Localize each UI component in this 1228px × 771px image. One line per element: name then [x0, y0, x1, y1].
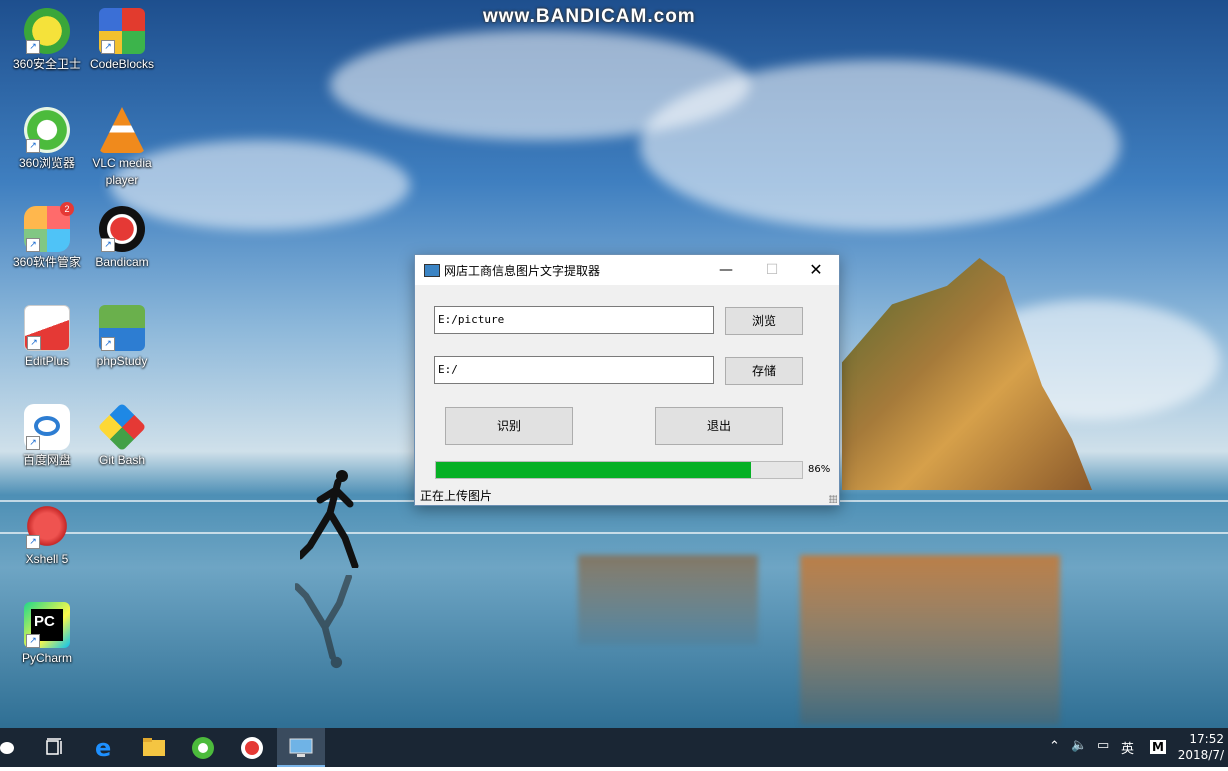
shortcut-arrow-icon: ↗ — [27, 336, 41, 350]
shield-plus-icon: ↗ — [24, 8, 70, 54]
show-hidden-icons-button[interactable]: ⌃ — [1049, 739, 1060, 754]
status-text: 正在上传图片 — [420, 489, 493, 503]
shortcut-arrow-icon: ↗ — [101, 337, 115, 351]
desktop-icon-label: 百度网盘 — [22, 453, 71, 467]
desktop-icon-label: phpStudy — [96, 354, 148, 368]
volume-icon[interactable]: 🔈 — [1071, 738, 1087, 753]
monitor-icon — [424, 264, 440, 277]
browser-e-icon — [192, 737, 214, 759]
browse-button[interactable]: 浏览 — [725, 307, 803, 335]
clock-time: 17:52 — [1189, 732, 1224, 746]
runner-silhouette — [300, 470, 359, 568]
notification-badge: 2 — [60, 202, 74, 216]
desktop-icon-baidu-netdisk[interactable]: ↗ 百度网盘 — [8, 404, 86, 469]
text-extractor-window: 网店工商信息图片文字提取器 — ☐ ✕ E:/picture 浏览 E:/ 存储… — [414, 254, 840, 506]
close-button[interactable]: ✕ — [793, 255, 839, 285]
ime-indicator[interactable]: 英 — [1121, 738, 1134, 757]
desktop-icon-label: Xshell 5 — [25, 552, 69, 566]
cloud — [640, 60, 1120, 230]
desktop-icon-label: 360浏览器 — [18, 156, 76, 170]
desktop-icon-label: 360软件管家 — [12, 255, 82, 269]
notepad-pen-icon: ↗ — [24, 305, 70, 351]
desktop-icon-git-bash[interactable]: Git Bash — [83, 402, 161, 469]
maximize-button: ☐ — [765, 262, 779, 278]
desktop-icon-360-software-manager[interactable]: ↗ 2 360软件管家 — [8, 202, 86, 271]
vlc-cone-icon — [99, 107, 145, 153]
cloud-shape — [34, 416, 60, 436]
ime-mode-indicator[interactable]: M — [1150, 740, 1166, 754]
git-diamond-icon — [97, 402, 147, 452]
record-icon — [241, 737, 263, 759]
rock-reflection — [800, 555, 1060, 725]
upload-progress-bar — [435, 461, 803, 479]
window-title: 网店工商信息图片文字提取器 — [444, 264, 601, 278]
shortcut-arrow-icon: ↗ — [26, 40, 40, 54]
desktop-icon-label: CodeBlocks — [89, 57, 155, 71]
taskbar-text-extractor[interactable] — [277, 728, 325, 767]
taskbar-bandicam[interactable] — [228, 728, 276, 767]
window-titlebar[interactable]: 网店工商信息图片文字提取器 — ☐ ✕ — [415, 255, 839, 285]
phpstudy-icon: ↗ — [99, 305, 145, 351]
taskbar-edge[interactable]: e — [82, 728, 130, 767]
recognize-button[interactable]: 识别 — [445, 407, 573, 445]
desktop-icon-codeblocks[interactable]: ↗ CodeBlocks — [83, 8, 161, 73]
shortcut-arrow-icon: ↗ — [26, 139, 40, 153]
desktop-icon-xshell[interactable]: ↗ Xshell 5 — [8, 503, 86, 568]
source-path-input[interactable]: E:/picture — [434, 306, 714, 334]
pycharm-icon: PC ↗ — [24, 602, 70, 648]
output-path-input[interactable]: E:/ — [434, 356, 714, 384]
desktop-icon-label: PyCharm — [21, 651, 72, 665]
progress-percent: 86% — [808, 464, 831, 475]
minimize-button[interactable]: — — [703, 255, 749, 285]
svg-text:e: e — [95, 734, 111, 762]
desktop-icon-pycharm[interactable]: PC ↗ PyCharm — [8, 602, 86, 667]
clock-date: 2018/7/ — [1177, 748, 1224, 762]
taskbar-360-browser[interactable] — [179, 728, 227, 767]
bandicam-watermark: www.BANDICAM.com — [483, 6, 696, 27]
shortcut-arrow-icon: ↗ — [26, 238, 40, 252]
browser-e-icon: ↗ — [24, 107, 70, 153]
codeblocks-icon: ↗ — [99, 8, 145, 54]
edge-icon: e — [95, 734, 111, 762]
wave-line — [0, 532, 1228, 534]
software-manager-icon: ↗ 2 — [24, 202, 74, 252]
shortcut-arrow-icon: ↗ — [26, 634, 40, 648]
progress-fill — [436, 462, 751, 478]
desktop-icon-label: 360安全卫士 — [12, 57, 82, 71]
desktop-icon-label: VLC media player — [92, 156, 152, 187]
shortcut-arrow-icon: ↗ — [101, 238, 115, 252]
record-icon: ↗ — [99, 206, 145, 252]
battery-icon[interactable]: ▭ — [1097, 738, 1109, 753]
exit-button[interactable]: 退出 — [655, 407, 783, 445]
rock-reflection — [578, 555, 758, 645]
shortcut-arrow-icon: ↗ — [26, 535, 40, 549]
taskbar: e ⌃ 🔈 ▭ 英 M 17:52 2018/7/ — [0, 728, 1228, 767]
xshell-shell-icon: ↗ — [24, 503, 70, 549]
monitor-icon — [289, 738, 313, 757]
desktop-icon-360-browser[interactable]: ↗ 360浏览器 — [8, 107, 86, 172]
folder-icon — [143, 738, 165, 756]
desktop-icon-label: Bandicam — [95, 255, 149, 269]
desktop-icon-vlc[interactable]: VLC media player — [83, 107, 161, 189]
taskbar-file-explorer[interactable] — [130, 728, 178, 767]
resize-grip-icon[interactable] — [829, 495, 837, 503]
desktop-icon-editplus[interactable]: ↗ EditPlus — [8, 305, 86, 370]
task-view-button[interactable] — [31, 728, 79, 767]
shortcut-arrow-icon: ↗ — [101, 40, 115, 54]
save-button[interactable]: 存储 — [725, 357, 803, 385]
desktop-icon-label: EditPlus — [24, 354, 70, 368]
task-view-icon — [46, 738, 62, 755]
system-clock[interactable]: 17:52 2018/7/ — [1178, 731, 1224, 763]
desktop-background: www.BANDICAM.com ↗ 360安全卫士 ↗ CodeBlocks … — [0, 0, 1228, 728]
desktop-icon-bandicam[interactable]: ↗ Bandicam — [83, 206, 161, 271]
desktop-icon-360-security[interactable]: ↗ 360安全卫士 — [8, 8, 86, 73]
cloud-disk-icon: ↗ — [24, 404, 70, 450]
desktop-icon-label: Git Bash — [98, 453, 146, 467]
shortcut-arrow-icon: ↗ — [26, 436, 40, 450]
desktop-icon-phpstudy[interactable]: ↗ phpStudy — [83, 305, 161, 370]
runner-reflection — [295, 575, 353, 669]
